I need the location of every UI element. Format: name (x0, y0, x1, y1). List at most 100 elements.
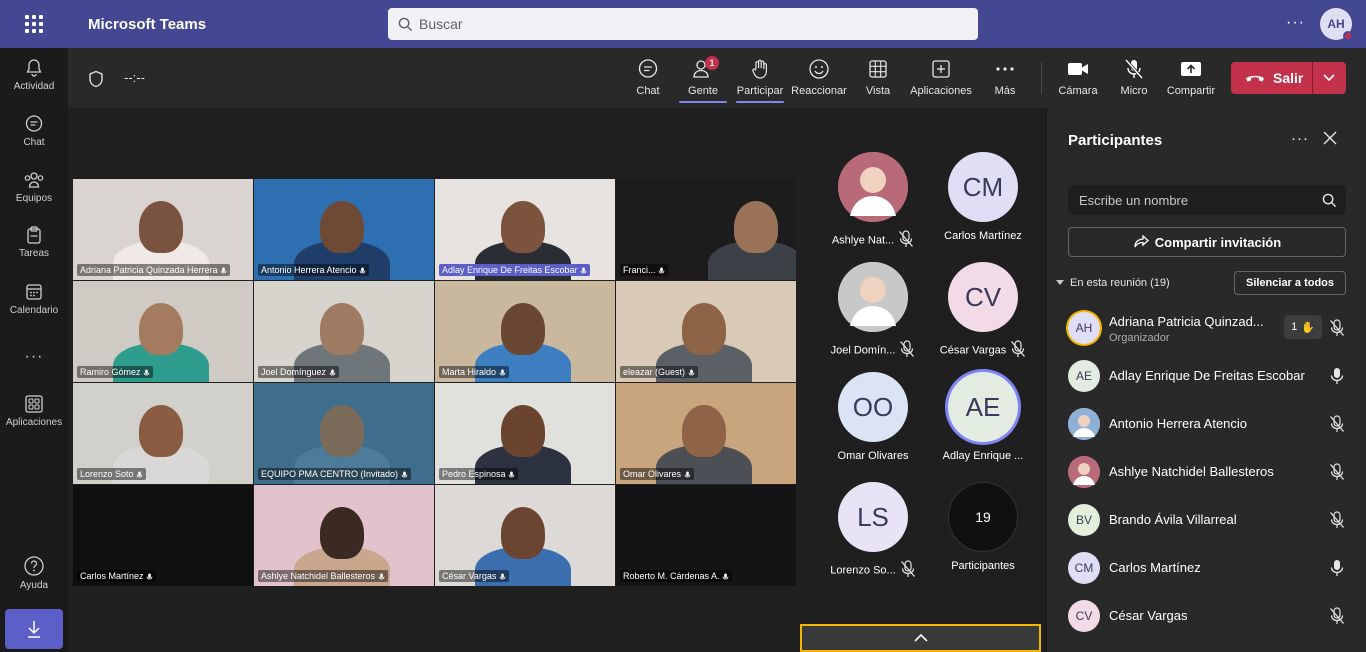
chevron-down-icon (1323, 74, 1335, 82)
mic-icon (401, 471, 407, 478)
participant-avatar-tile[interactable]: CV César Vargas (928, 262, 1038, 361)
video-tile[interactable]: Adriana Patricia Quinzada Herrera (73, 179, 253, 280)
people-button[interactable]: 1 Gente (679, 56, 727, 103)
video-tile[interactable]: eleazar (Guest) (616, 281, 796, 382)
video-gallery: Adriana Patricia Quinzada Herrera Antoni… (73, 179, 796, 586)
share-invite-label: Compartir invitación (1154, 234, 1282, 250)
rail-item-help[interactable]: Ayuda (0, 555, 68, 591)
video-tile[interactable]: Antonio Herrera Atencio (254, 179, 434, 280)
avatar-circle: CV (948, 262, 1018, 332)
profile-photo-icon (1068, 456, 1100, 488)
hand-order: 1 (1291, 321, 1298, 333)
mic-icon (378, 573, 384, 580)
more-button[interactable]: Más (992, 58, 1018, 97)
app-launcher-button[interactable] (0, 0, 68, 48)
video-tile[interactable]: Ashlye Natchidel Ballesteros (254, 485, 434, 586)
share-arrow-icon (1134, 235, 1149, 248)
rail-item-apps[interactable]: Aplicaciones (0, 394, 68, 428)
add-app-icon (932, 60, 950, 78)
share-button[interactable]: Compartir (1165, 58, 1217, 97)
app-rail: Actividad Chat Equipos Tareas Calendario… (0, 48, 68, 652)
rail-item-tasks[interactable]: Tareas (0, 225, 68, 259)
video-tile[interactable]: César Vargas (435, 485, 615, 586)
participant-row[interactable]: Ashlye Natchidel Ballesteros (1047, 448, 1366, 496)
participant-avatar-tile[interactable]: LS Lorenzo So... (818, 482, 928, 581)
mic-icon (722, 573, 729, 580)
rail-item-chat[interactable]: Chat (0, 114, 68, 148)
video-tile[interactable]: Franci... (616, 179, 796, 280)
participant-role: Organizador (1109, 332, 1170, 344)
hand-icon: ✋ (1301, 321, 1315, 334)
participant-initials: AH (1075, 321, 1093, 335)
leave-main[interactable]: Salir (1231, 62, 1313, 94)
apps-button[interactable]: Aplicaciones (909, 58, 973, 97)
tile-name: Lorenzo Soto (80, 469, 134, 479)
participant-row[interactable]: CV César Vargas (1047, 592, 1366, 640)
rail-item-calendar[interactable]: Calendario (0, 282, 68, 316)
mic-icon (499, 369, 505, 376)
participant-search-input[interactable]: Escribe un nombre (1068, 185, 1346, 215)
tile-name-label: César Vargas (439, 570, 509, 582)
participant-name: Adlay Enrique De Freitas Escobar (1109, 368, 1305, 383)
avatar-label-row: Lorenzo So... (818, 560, 928, 581)
participant-row[interactable]: BV Brando Ávila Villarreal (1047, 496, 1366, 544)
video-tile[interactable]: Carlos Martínez (73, 485, 253, 586)
video-tile[interactable]: Ramiro Gómez (73, 281, 253, 382)
tile-name: Ashlye Natchidel Ballesteros (261, 571, 376, 581)
self-view-strip[interactable] (800, 624, 1041, 652)
rail-item-activity[interactable]: Actividad (0, 58, 68, 92)
participant-mic-status (1329, 559, 1345, 582)
video-tile[interactable]: Adlay Enrique De Freitas Escobar (435, 179, 615, 280)
participants-overflow-tile[interactable]: 19 Participantes (928, 482, 1038, 572)
user-initials: AH (1327, 17, 1345, 31)
participant-avatar-tile[interactable]: Joel Domín... (818, 262, 928, 361)
mic-button[interactable]: Micro (1118, 58, 1150, 97)
camera-button[interactable]: Cámara (1058, 58, 1098, 97)
leave-options-button[interactable] (1313, 74, 1345, 82)
participant-avatar-tile[interactable]: Ashlye Nat... (818, 152, 928, 251)
participant-row[interactable]: Antonio Herrera Atencio (1047, 400, 1366, 448)
participant-avatar-tile[interactable]: CM Carlos Martínez (928, 152, 1038, 242)
avatar-name: Ashlye Nat... (831, 234, 895, 247)
mic-icon (220, 267, 227, 274)
in-meeting-section-toggle[interactable]: En esta reunión (19) (1055, 277, 1170, 289)
download-button[interactable] (5, 609, 63, 649)
participant-name: Adriana Patricia Quinzad... (1109, 314, 1264, 329)
video-tile[interactable]: Marta Hiraldo (435, 281, 615, 382)
mic-off-icon (1330, 607, 1344, 624)
panel-more-button[interactable]: ··· (1291, 130, 1309, 147)
more-options-button[interactable]: ··· (1286, 14, 1305, 32)
search-input[interactable]: Buscar (388, 8, 978, 40)
video-tile[interactable]: Joel Domínguez (254, 281, 434, 382)
rail-label: Equipos (15, 193, 53, 204)
rail-item-teams[interactable]: Equipos (0, 170, 68, 204)
person-head (139, 201, 183, 253)
video-tile[interactable]: EQUIPO PMA CENTRO (Invitado) (254, 383, 434, 484)
participant-avatar-tile[interactable]: OO Omar Olivares (818, 372, 928, 462)
tile-name: Franci... (623, 265, 656, 275)
participant-row[interactable]: AE Adlay Enrique De Freitas Escobar (1047, 352, 1366, 400)
mute-all-button[interactable]: Silenciar a todos (1234, 271, 1346, 295)
video-tile[interactable]: Lorenzo Soto (73, 383, 253, 484)
video-tile[interactable]: Omar Olivares (616, 383, 796, 484)
avatar-label-row: Omar Olivares (818, 450, 928, 462)
participant-avatar-tile[interactable]: AE Adlay Enrique ... (928, 372, 1038, 462)
view-button[interactable]: Vista (862, 58, 894, 97)
close-icon[interactable] (1323, 131, 1337, 145)
video-tile[interactable]: Roberto M. Cárdenas A. (616, 485, 796, 586)
react-button[interactable]: Reaccionar (791, 58, 847, 97)
video-tile[interactable]: Pedro Espinosa (435, 383, 615, 484)
avatar-name: Lorenzo So... (830, 564, 896, 577)
participant-row[interactable]: CM Carlos Martínez (1047, 544, 1366, 592)
participant-row[interactable]: AH Adriana Patricia Quinzad... Organizador… (1047, 304, 1366, 352)
leave-button[interactable]: Salir (1231, 62, 1346, 94)
status-dot (1343, 31, 1353, 41)
share-invite-button[interactable]: Compartir invitación (1068, 227, 1346, 257)
mic-icon (146, 573, 153, 580)
tile-name: Joel Domínguez (261, 367, 327, 377)
raise-hand-button[interactable]: Participar (734, 58, 786, 103)
chat-button[interactable]: Chat (633, 58, 663, 97)
react-label: Reaccionar (791, 85, 847, 97)
more-apps-button[interactable]: ··· (0, 348, 68, 366)
user-avatar[interactable]: AH (1320, 8, 1353, 41)
